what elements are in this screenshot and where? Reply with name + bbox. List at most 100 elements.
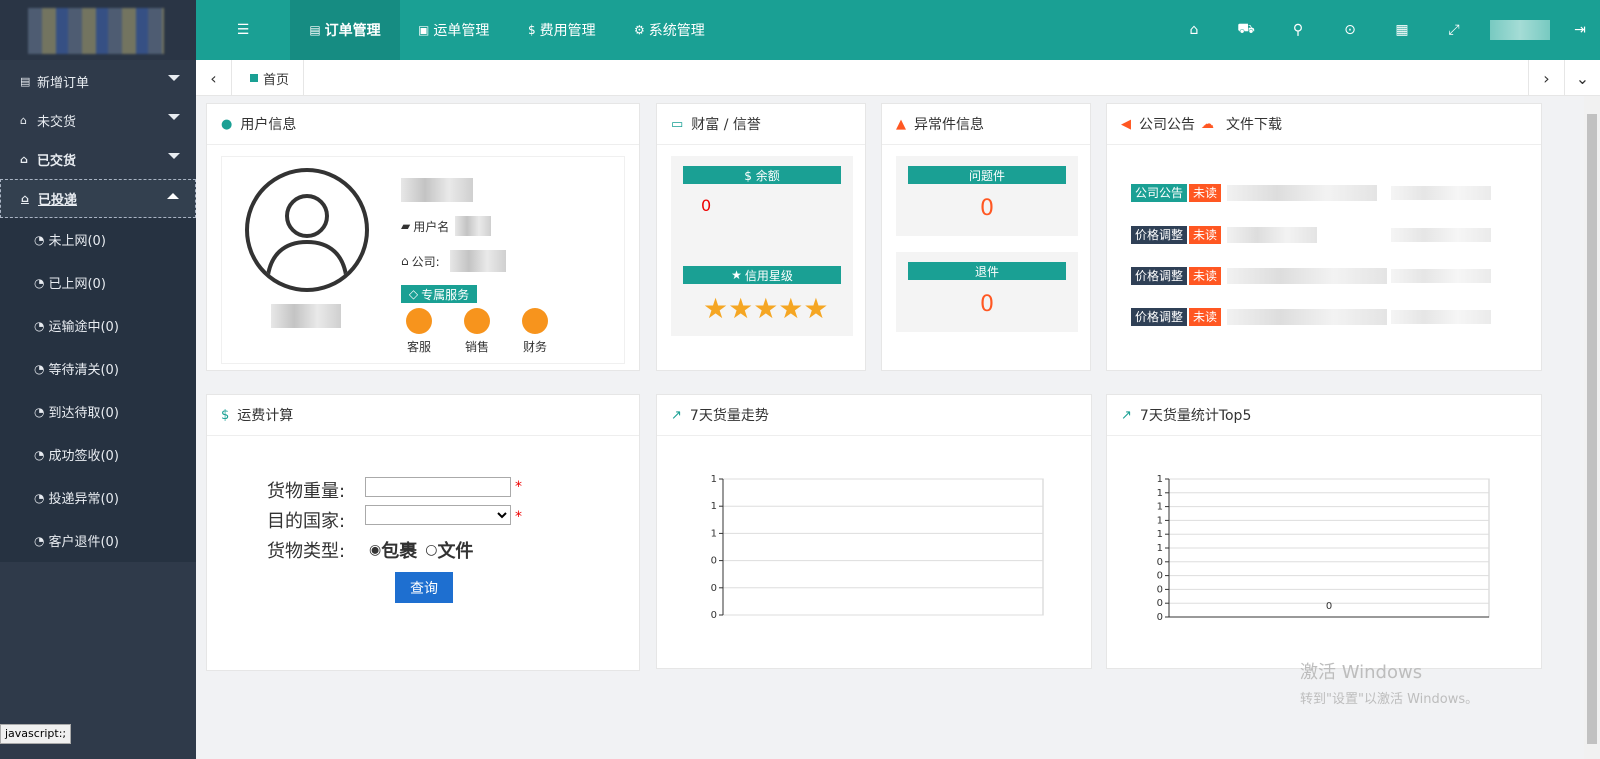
notice-row[interactable]: 公司公告 未读 [1131, 184, 1492, 202]
sidebar-subitem[interactable]: ◔ 运输途中(0) [0, 304, 196, 347]
sidebar-item-new-order[interactable]: ▤ 新增订单 [0, 62, 196, 101]
radio-document[interactable]: ○ [425, 542, 437, 558]
sidebar-subitem-label: 等待清关(0) [48, 363, 119, 378]
notice-row[interactable]: 价格调整 未读 [1131, 226, 1492, 244]
sidebar-subitem[interactable]: ◔ 未上网(0) [0, 218, 196, 261]
chevron-down-icon [168, 153, 180, 159]
radio-parcel[interactable]: ◉ [369, 542, 381, 558]
sidebar-item-delivered[interactable]: ⌂ 已交货 [0, 140, 196, 179]
home-icon[interactable]: ⌂ [1168, 22, 1220, 38]
y-tick-label: 0 [1157, 584, 1163, 595]
sidebar-subitem[interactable]: ◔ 成功签收(0) [0, 433, 196, 476]
country-label: 目的国家: [267, 511, 346, 532]
tab-fee-management[interactable]: $ 费用管理 [528, 0, 596, 60]
sidebar-subitem[interactable]: ◔ 到达待取(0) [0, 390, 196, 433]
notice-row[interactable]: 价格调整 未读 [1131, 267, 1492, 285]
sidebar-item-dispatched[interactable]: ⌂ 已投递 [0, 179, 196, 218]
top5-panel: ↗ 7天货量统计Top5 1 1 1 1 1 1 0 0 0 0 0 0 [1106, 394, 1542, 669]
truck-icon[interactable]: ⛟ [1220, 21, 1272, 39]
y-tick-label: 0 [711, 583, 717, 594]
diamond-icon: ◇ [408, 287, 419, 301]
tab-order-management[interactable]: ▤ 订单管理 [290, 0, 400, 60]
sidebar-item-label: 已投递 [38, 193, 78, 208]
scrollbar-thumb[interactable] [1587, 114, 1597, 744]
notice-date [1391, 310, 1492, 324]
y-tick-label: 1 [1157, 543, 1163, 554]
required-mark: * [515, 509, 522, 525]
map-pin-icon[interactable]: ⊙ [1324, 22, 1376, 38]
service-contact[interactable]: 销售 [459, 308, 495, 355]
watermark-line1: 激活 Windows [1300, 662, 1423, 683]
user-icon: ● [221, 116, 233, 132]
logout-icon[interactable]: ⇥ [1560, 22, 1600, 38]
sidebar-item-label: 新增订单 [37, 76, 90, 91]
dashboard-icon: ◔ [34, 275, 45, 290]
sidebar-item-undelivered[interactable]: ⌂ 未交货 [0, 101, 196, 140]
cloud-download-icon: ☁ [1201, 116, 1214, 132]
user-name[interactable] [1490, 20, 1550, 40]
chevron-left-icon[interactable]: ‹ [196, 60, 232, 96]
y-tick-label: 1 [1157, 529, 1163, 540]
y-tick-label: 1 [711, 501, 717, 512]
home-icon: ⌂ [401, 254, 409, 268]
status-bar: javascript:; [0, 724, 72, 744]
sidebar-item-label: 未交货 [37, 115, 77, 130]
grid-icon[interactable]: ▦ [1376, 22, 1428, 38]
panel-header: ↗ 7天货量统计Top5 [1107, 395, 1541, 436]
sidebar-subitem-label: 投递异常(0) [48, 492, 119, 507]
company-row: ⌂ 公司: [401, 250, 506, 272]
tab-home[interactable]: 首页 [236, 60, 305, 96]
sidebar-subitem[interactable]: ◔ 已上网(0) [0, 261, 196, 304]
menu-toggle-icon[interactable]: ☰ [196, 0, 290, 60]
gear-icon: ⚙ [634, 23, 645, 37]
type-options: ◉ 包裹 ○ 文件 [369, 537, 473, 563]
type-label: 货物类型: [267, 541, 346, 562]
service-label: 客服 [406, 340, 431, 354]
home-icon: ⌂ [20, 153, 28, 166]
notice-row[interactable]: 价格调整 未读 [1131, 308, 1492, 326]
sidebar-subitem[interactable]: ◔ 等待清关(0) [0, 347, 196, 390]
balance-value: 0 [701, 196, 712, 215]
weight-input[interactable] [365, 477, 511, 497]
sidebar-subitem[interactable]: ◔ 客户退件(0) [0, 519, 196, 562]
query-button[interactable]: 查询 [395, 572, 453, 603]
dashboard-icon: ◔ [34, 361, 45, 376]
required-mark: * [515, 479, 522, 495]
y-tick-label: 0 [1157, 612, 1163, 623]
tab-waybill-management[interactable]: ▣ 运单管理 [418, 0, 489, 60]
notice-date [1391, 186, 1492, 200]
tab-label: 订单管理 [324, 23, 381, 39]
panel-header: ● 用户信息 [207, 104, 639, 145]
panel-title[interactable]: 公司公告 [1139, 114, 1195, 134]
top5-chart: 1 1 1 1 1 1 0 0 0 0 0 0 [1157, 475, 1490, 623]
notice-date [1391, 269, 1492, 283]
chevron-down-icon[interactable]: ⌄ [1564, 60, 1600, 96]
notice-status: 未读 [1189, 267, 1222, 285]
country-select[interactable] [365, 505, 511, 525]
file-icon: ▤ [309, 23, 321, 37]
y-tick-label: 1 [1157, 515, 1163, 526]
dollar-icon: $ [221, 407, 230, 423]
panel-header: $ 运费计算 [207, 395, 639, 436]
sidebar-subitem-label: 客户退件(0) [48, 535, 119, 550]
sidebar-menu: ▤ 新增订单 ⌂ 未交货 ⌂ 已交货 ⌂ 已投递 ◔ 未上网(0) ◔ 已上网(0)… [0, 62, 196, 562]
tab-dot-icon [250, 74, 258, 82]
service-contact[interactable]: 财务 [517, 308, 553, 355]
y-tick-label: 1 [711, 475, 717, 485]
data-label: 0 [1326, 601, 1332, 612]
search-icon[interactable]: ⚲ [1272, 22, 1324, 38]
trend-chart: 1 1 1 0 0 0 [711, 475, 1044, 621]
panel-title-download[interactable]: 文件下载 [1226, 114, 1282, 134]
panel-title: 异常件信息 [914, 117, 984, 133]
tab-system-management[interactable]: ⚙ 系统管理 [634, 0, 705, 60]
chevron-right-icon[interactable]: › [1528, 60, 1564, 96]
scrollbar[interactable] [1584, 96, 1600, 759]
notice-tag: 价格调整 [1131, 308, 1188, 326]
y-tick-label: 0 [711, 610, 717, 621]
service-contact[interactable]: 客服 [401, 308, 437, 355]
logo-image [28, 8, 164, 54]
sidebar-subitem[interactable]: ◔ 投递异常(0) [0, 476, 196, 519]
fullscreen-icon[interactable]: ⤢ [1428, 22, 1480, 38]
user-info-panel: ● 用户信息 ▰ 用户名 ⌂ 公司: ◇ 专属服务 客服 销售 财务 [206, 103, 640, 371]
exclusive-service-badge: ◇ 专属服务 [401, 285, 477, 303]
